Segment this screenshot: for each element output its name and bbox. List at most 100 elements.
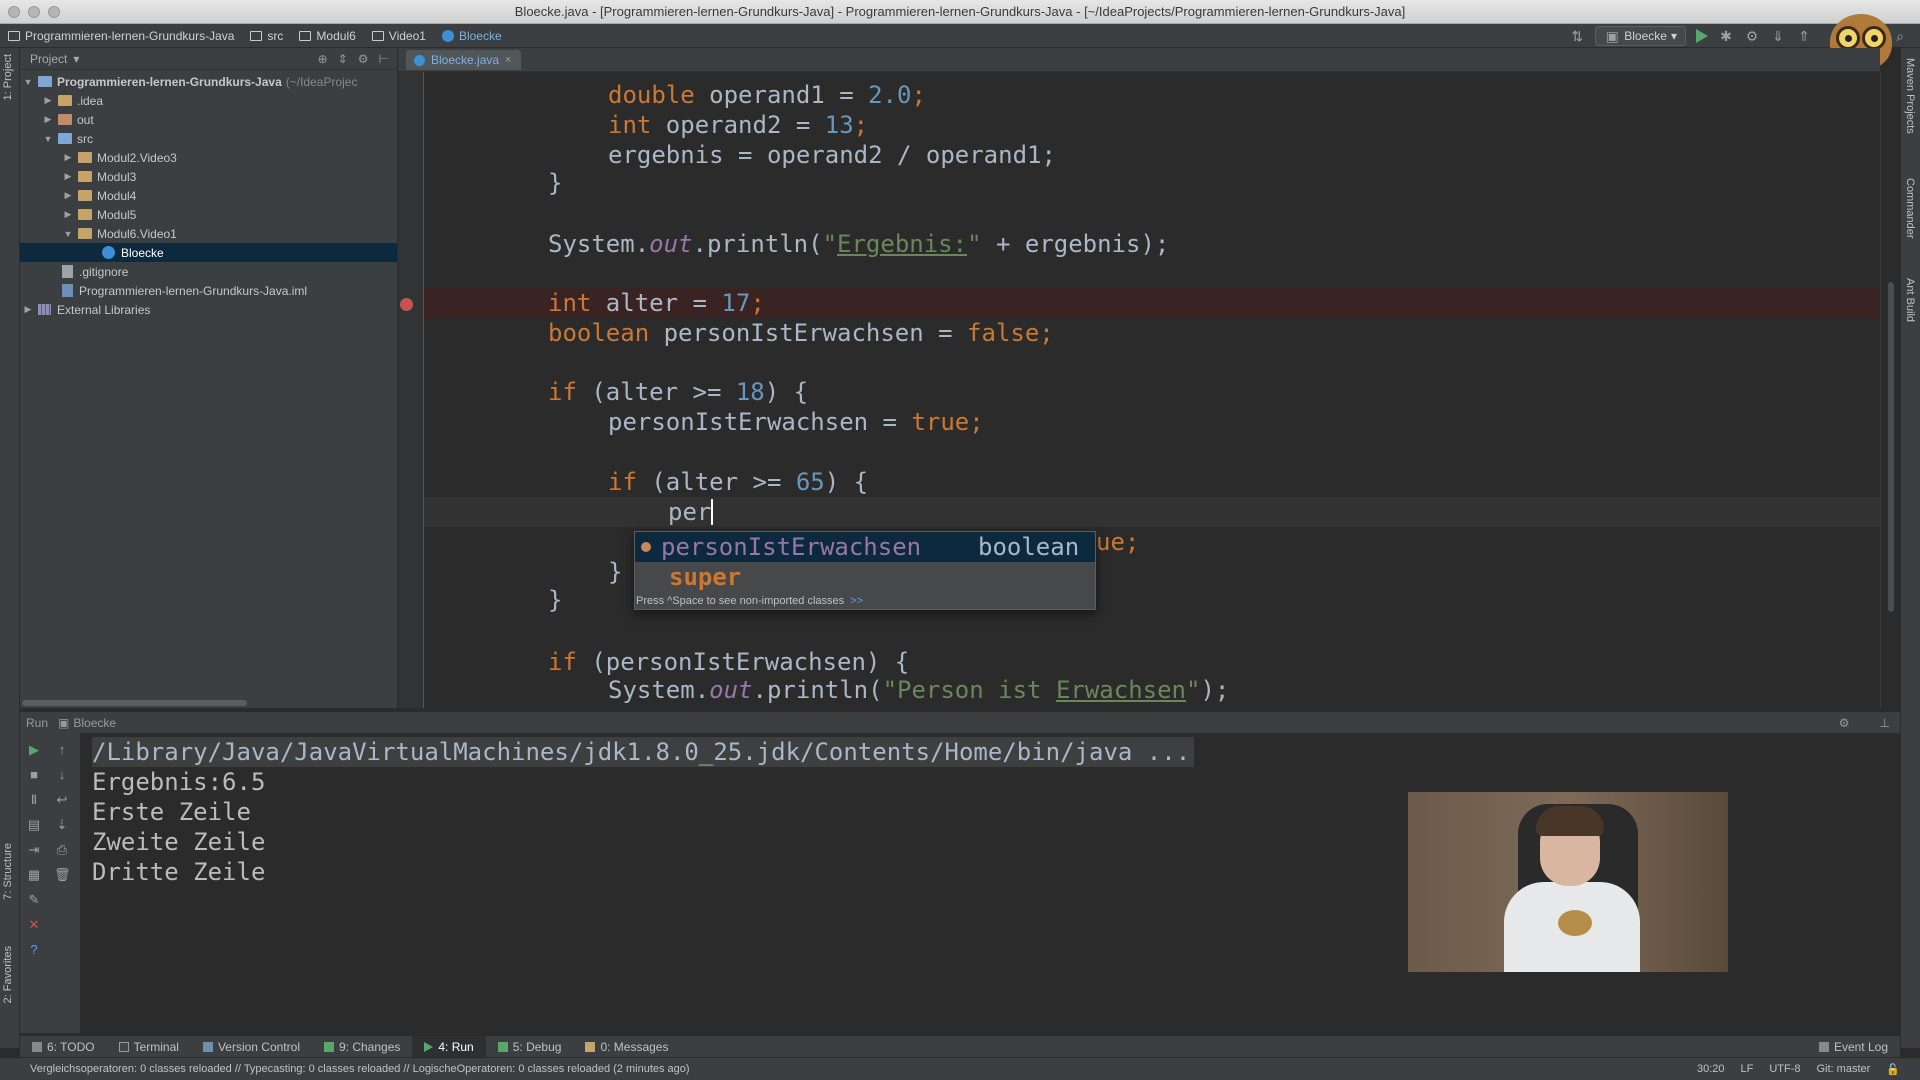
gear-icon[interactable]: ⚙ xyxy=(358,52,369,66)
tree-item-modul3[interactable]: ▶ Modul3 xyxy=(20,167,397,186)
chevron-right-icon[interactable]: ▶ xyxy=(62,190,74,201)
print-icon[interactable]: ⎙ xyxy=(54,843,70,857)
tree-item-iml[interactable]: Programmieren-lernen-Grundkurs-Java.iml xyxy=(20,281,397,300)
caret-position[interactable]: 30:20 xyxy=(1697,1063,1725,1076)
breadcrumb-src[interactable]: src xyxy=(242,29,291,43)
breakpoint-icon[interactable] xyxy=(400,298,413,311)
exit-icon[interactable]: ⇥ xyxy=(26,843,42,857)
chevron-right-icon[interactable]: ▶ xyxy=(62,152,74,163)
breadcrumb-project[interactable]: Programmieren-lernen-Grundkurs-Java xyxy=(0,29,242,43)
help-icon[interactable]: ? xyxy=(26,943,42,957)
search-icon[interactable]: ⌕ xyxy=(1892,28,1908,44)
folder-icon xyxy=(78,228,92,239)
file-encoding[interactable]: UTF-8 xyxy=(1769,1063,1800,1076)
chevron-down-icon[interactable]: ▼ xyxy=(22,77,34,87)
tab-debug[interactable]: 5: Debug xyxy=(486,1040,574,1054)
tree-item-modul6-video1[interactable]: ▼ Modul6.Video1 xyxy=(20,224,397,243)
editor-tab-bloecke[interactable]: Bloecke.java × xyxy=(406,50,522,70)
tab-event-log[interactable]: Event Log xyxy=(1818,1040,1900,1054)
stop-icon[interactable]: ■ xyxy=(26,768,42,782)
completion-hint: Press ^Space to see non-imported classes… xyxy=(636,595,864,607)
ant-build-tab[interactable]: Ant Build xyxy=(1904,278,1916,322)
clear-icon[interactable]: 🗑 xyxy=(54,868,71,882)
debug-icon[interactable]: ✱ xyxy=(1718,28,1734,44)
tab-messages[interactable]: 0: Messages xyxy=(573,1040,680,1054)
ide-window: Bloecke.java - [Programmieren-lernen-Gru… xyxy=(0,0,1920,1080)
status-message[interactable]: Vergleichsoperatoren: 0 classes reloaded… xyxy=(30,1063,690,1075)
chevron-right-icon[interactable]: ▶ xyxy=(62,209,74,220)
tree-item-modul2-video3[interactable]: ▶ Modul2.Video3 xyxy=(20,148,397,167)
tree-item-idea[interactable]: ▶ .idea xyxy=(20,91,397,110)
tree-item-modul4[interactable]: ▶ Modul4 xyxy=(20,186,397,205)
horizontal-scrollbar[interactable] xyxy=(22,700,247,706)
up-icon[interactable]: ↑ xyxy=(54,743,70,757)
breadcrumb-bloecke[interactable]: Bloecke xyxy=(434,29,510,43)
favorites-tool-tab[interactable]: 2: Favorites xyxy=(2,946,14,1003)
completion-hint-link[interactable]: >> xyxy=(850,595,863,607)
tab-changes[interactable]: 9: Changes xyxy=(312,1040,412,1054)
completion-item[interactable]: super xyxy=(635,562,1095,592)
soft-wrap-icon[interactable]: ↩ xyxy=(54,793,70,807)
maven-projects-tab[interactable]: Maven Projects xyxy=(1904,58,1916,134)
code-line-current: per xyxy=(424,497,1880,527)
breadcrumb-video1[interactable]: Video1 xyxy=(364,29,434,43)
code-line: if (personIstErwachsen) { xyxy=(548,648,910,676)
vcs-update-icon[interactable]: ⇓ xyxy=(1770,28,1786,44)
close-icon[interactable]: ✕ xyxy=(26,918,42,932)
chevron-down-icon[interactable]: ▼ xyxy=(42,134,54,144)
down-icon[interactable]: ↓ xyxy=(54,768,70,782)
pin-icon[interactable]: ✎ xyxy=(26,893,42,907)
project-view-select[interactable]: Project xyxy=(30,52,67,66)
lock-icon[interactable]: 🔓 xyxy=(1886,1063,1900,1076)
project-tool-tab[interactable]: 1: Project xyxy=(2,54,14,100)
vcs-commit-icon[interactable]: ⇑ xyxy=(1796,28,1812,44)
structure-tool-tab[interactable]: 7: Structure xyxy=(2,843,14,900)
hierarchy-icon[interactable]: ⇅ xyxy=(1569,28,1585,44)
code-line: int operand2 = 13; xyxy=(608,111,869,139)
tree-item-external-libraries[interactable]: ▶ External Libraries xyxy=(20,300,397,319)
tree-item-modul5[interactable]: ▶ Modul5 xyxy=(20,205,397,224)
run-config-tab[interactable]: ▣ Bloecke xyxy=(58,716,116,730)
hide-panel-icon[interactable]: ⊢ xyxy=(379,52,389,66)
editor-vertical-scrollbar[interactable] xyxy=(1880,72,1900,708)
collapse-all-icon[interactable]: ⇕ xyxy=(338,52,348,66)
scroll-to-end-icon[interactable]: ⇣ xyxy=(54,818,70,832)
tab-run[interactable]: 4: Run xyxy=(412,1035,486,1058)
commander-tab[interactable]: Commander xyxy=(1904,178,1916,239)
scroll-from-source-icon[interactable]: ⊕ xyxy=(318,52,328,66)
tree-item-gitignore[interactable]: .gitignore xyxy=(20,262,397,281)
scrollbar-thumb[interactable] xyxy=(1888,282,1894,612)
chevron-down-icon[interactable]: ▼ xyxy=(62,229,74,239)
chevron-right-icon[interactable]: ▶ xyxy=(42,95,54,106)
hide-panel-icon[interactable]: ⊥ xyxy=(1880,716,1900,730)
dump-threads-icon[interactable]: ▤ xyxy=(26,818,42,832)
run-icon[interactable] xyxy=(1696,29,1708,43)
status-bar: Vergleichsoperatoren: 0 classes reloaded… xyxy=(0,1057,1920,1080)
console-line: Zweite Zeile xyxy=(92,828,266,856)
run-configuration-select[interactable]: ▣ Bloecke ▾ xyxy=(1595,26,1686,46)
code-line: System.out.println("Ergebnis:" + ergebni… xyxy=(548,230,1170,258)
rerun-icon[interactable]: ▶ xyxy=(26,743,42,757)
git-branch[interactable]: Git: master xyxy=(1817,1063,1871,1076)
line-separator[interactable]: LF xyxy=(1740,1063,1753,1076)
tab-todo[interactable]: 6: TODO xyxy=(20,1040,107,1054)
chevron-down-icon[interactable]: ▾ xyxy=(73,52,79,66)
chevron-right-icon[interactable]: ▶ xyxy=(22,304,34,315)
tab-version-control[interactable]: Version Control xyxy=(191,1040,312,1054)
coverage-icon[interactable]: ⚙ xyxy=(1744,28,1760,44)
code-editor[interactable]: double operand1 = 2.0; int operand2 = 13… xyxy=(424,72,1880,708)
tree-item-out[interactable]: ▶ out xyxy=(20,110,397,129)
completion-item[interactable]: personIstErwachsen boolean xyxy=(635,532,1095,562)
pause-icon[interactable]: Ⅱ xyxy=(26,793,42,807)
tab-terminal[interactable]: Terminal xyxy=(107,1040,191,1054)
editor-gutter[interactable] xyxy=(398,72,424,708)
layout-icon[interactable]: ▦ xyxy=(26,868,42,882)
gear-icon[interactable]: ⚙ xyxy=(1839,716,1880,730)
breadcrumb-modul6[interactable]: Modul6 xyxy=(291,29,363,43)
tree-item-bloecke[interactable]: Bloecke xyxy=(20,243,397,262)
chevron-right-icon[interactable]: ▶ xyxy=(62,171,74,182)
chevron-right-icon[interactable]: ▶ xyxy=(42,114,54,125)
tree-item-project-root[interactable]: ▼ Programmieren-lernen-Grundkurs-Java (~/… xyxy=(20,72,397,91)
tree-item-src[interactable]: ▼ src xyxy=(20,129,397,148)
close-icon[interactable]: × xyxy=(505,54,511,66)
